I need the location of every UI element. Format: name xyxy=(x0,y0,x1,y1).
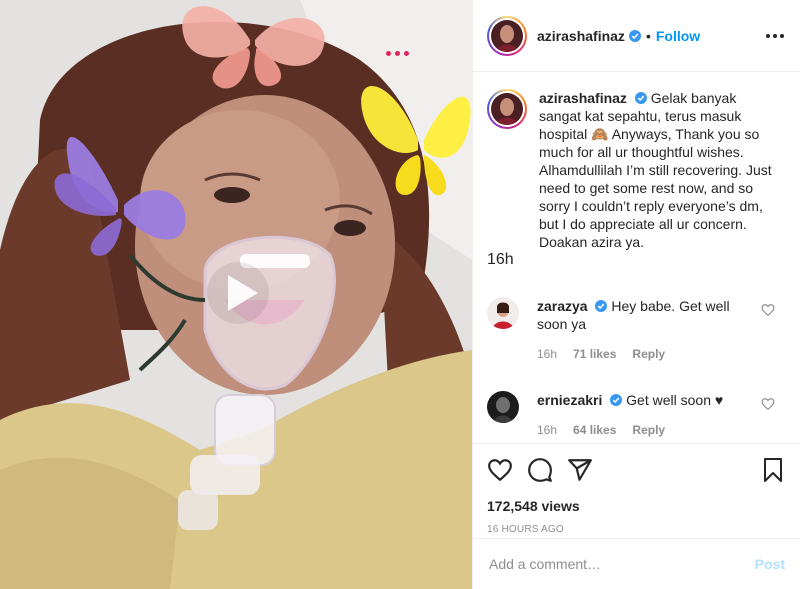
comments-section: azirashafinaz Gelak banyak sangat kat se… xyxy=(473,73,800,443)
play-button[interactable] xyxy=(206,261,270,325)
separator-dot: • xyxy=(645,27,651,44)
post-actions: 172,548 views 16 HOURS AGO xyxy=(473,443,800,535)
post-header: azirashafinaz • Follow xyxy=(473,0,800,72)
comment-bubble-icon[interactable] xyxy=(527,457,553,483)
comment-text: Get well soon ♥ xyxy=(626,392,724,408)
commenter-avatar[interactable] xyxy=(487,391,519,423)
comment-input[interactable] xyxy=(489,556,755,572)
comment-meta: 16h 64 likes Reply xyxy=(537,421,753,439)
caption-avatar-image xyxy=(491,93,523,125)
commenter-avatar-image xyxy=(487,391,519,423)
posted-timestamp[interactable]: 16 HOURS AGO xyxy=(487,524,785,535)
verified-badge-icon xyxy=(634,92,647,104)
caption-author-avatar[interactable] xyxy=(487,89,527,129)
comment-likes[interactable]: 64 likes xyxy=(573,421,616,439)
comment-reply-button[interactable]: Reply xyxy=(632,345,665,363)
view-count[interactable]: 172,548 views xyxy=(487,498,785,514)
add-comment-bar: Post xyxy=(473,538,800,589)
comment-likes[interactable]: 71 likes xyxy=(573,345,616,363)
post-sidebar: azirashafinaz • Follow azirashafinaz Gel… xyxy=(472,0,800,589)
commenter-avatar[interactable] xyxy=(487,297,519,329)
verified-badge-icon xyxy=(595,300,608,312)
follow-button[interactable]: Follow xyxy=(656,28,700,44)
comment-username[interactable]: zarazya xyxy=(537,298,588,314)
comment-item: zarazya Hey babe. Get well soon ya 16h 7… xyxy=(487,297,785,363)
comment-body: erniezakri Get well soon ♥ 16h 64 likes … xyxy=(537,391,753,439)
caption-time: 16h xyxy=(487,251,514,268)
bookmark-icon[interactable] xyxy=(761,457,785,483)
author-username[interactable]: azirashafinaz xyxy=(537,28,625,44)
comment-reply-button[interactable]: Reply xyxy=(632,421,665,439)
comment-username[interactable]: erniezakri xyxy=(537,392,602,408)
caption-username[interactable]: azirashafinaz xyxy=(539,90,627,106)
post-comment-button[interactable]: Post xyxy=(755,556,785,572)
comment-item: erniezakri Get well soon ♥ 16h 64 likes … xyxy=(487,391,785,439)
commenter-avatar-image xyxy=(487,297,519,329)
like-heart-icon[interactable] xyxy=(487,457,513,483)
comment-like-heart-icon[interactable] xyxy=(761,397,775,411)
comment-body: zarazya Hey babe. Get well soon ya 16h 7… xyxy=(537,297,753,363)
comment-like-heart-icon[interactable] xyxy=(761,303,775,317)
sticker-dots xyxy=(386,51,409,56)
comment-time[interactable]: 16h xyxy=(537,421,557,439)
comment-time[interactable]: 16h xyxy=(537,345,557,363)
author-avatar[interactable] xyxy=(487,15,527,56)
caption-text-block: azirashafinaz Gelak banyak sangat kat se… xyxy=(539,89,779,251)
author-avatar-image xyxy=(491,19,523,52)
more-options-icon[interactable] xyxy=(766,33,784,38)
post-video[interactable] xyxy=(0,0,472,589)
action-icons xyxy=(487,454,785,486)
share-direct-icon[interactable] xyxy=(567,457,593,483)
verified-badge-icon xyxy=(628,29,641,42)
post-caption: azirashafinaz Gelak banyak sangat kat se… xyxy=(487,89,785,251)
verified-badge-icon xyxy=(610,394,623,406)
comment-meta: 16h 71 likes Reply xyxy=(537,345,753,363)
play-icon xyxy=(207,262,269,324)
caption-text: Gelak banyak sangat kat sepahtu, terus m… xyxy=(539,90,772,250)
